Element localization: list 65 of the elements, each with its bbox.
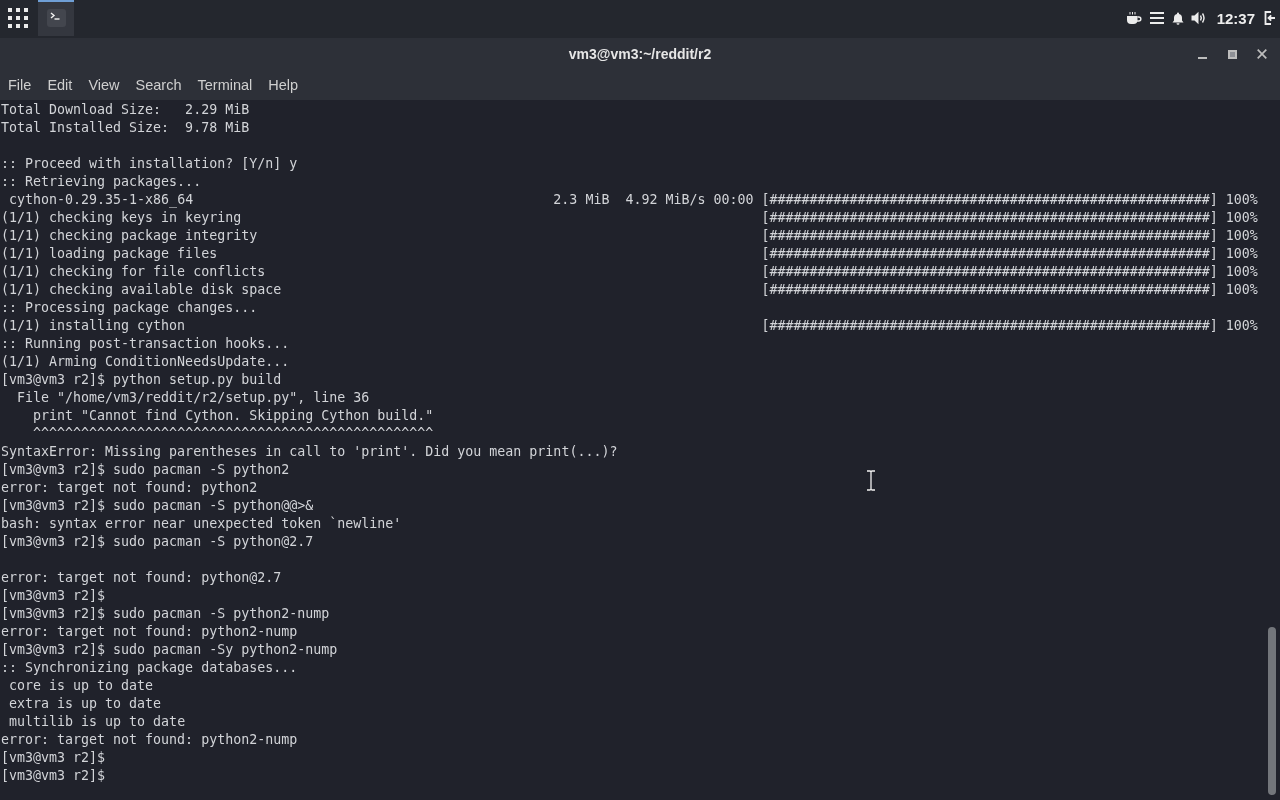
maximize-icon xyxy=(1227,49,1237,59)
terminal-line: (1/1) checking available disk space xyxy=(1,282,282,297)
progress-text: [#######################################################] 100% xyxy=(761,192,1258,207)
terminal-line: [vm3@vm3 r2]$ xyxy=(1,588,106,603)
terminal-line: Total Download Size: 2.29 MiB xyxy=(1,102,250,117)
terminal-line: [vm3@vm3 r2]$ sudo pacman -S python@@>& xyxy=(1,498,314,513)
terminal-line: error: target not found: python2-nump xyxy=(1,732,298,747)
taskbar-item[interactable] xyxy=(38,0,74,36)
scrollbar-thumb[interactable] xyxy=(1268,627,1276,795)
terminal-line: :: Running post-transaction hooks... xyxy=(1,336,290,351)
text-cursor-icon xyxy=(866,470,876,491)
terminal-line: [vm3@vm3 r2]$ sudo pacman -S python@2.7 xyxy=(1,534,314,549)
terminal-line: :: Synchronizing package databases... xyxy=(1,660,298,675)
terminal-line: :: Proceed with installation? [Y/n] y xyxy=(1,156,298,171)
terminal-line: (1/1) checking package integrity xyxy=(1,228,258,243)
bell-icon[interactable] xyxy=(1171,11,1184,25)
menu-item[interactable]: View xyxy=(80,70,128,100)
window-title: vm3@vm3:~/reddit/r2 xyxy=(568,46,712,62)
terminal-icon xyxy=(46,8,66,27)
terminal-line: Total Installed Size: 9.78 MiB xyxy=(1,120,250,135)
menu-item[interactable]: Search xyxy=(127,70,190,100)
progress-text: [#######################################################] 100% xyxy=(761,228,1258,243)
progress-text: [#######################################################] 100% xyxy=(761,246,1258,261)
terminal-line: error: target not found: python2 xyxy=(1,480,258,495)
progress-text: [#######################################################] 100% xyxy=(761,264,1258,279)
menu-icon[interactable] xyxy=(1149,12,1164,24)
menu-item[interactable]: Help xyxy=(260,70,307,100)
terminal-line: File "/home/vm3/reddit/r2/setup.py", line 36 xyxy=(17,390,370,405)
progress-text: [#######################################################] 100% xyxy=(761,282,1258,297)
progress-text: [#######################################################] 100% xyxy=(761,318,1258,333)
terminal-line: core is up to date xyxy=(9,678,154,693)
terminal-line: [vm3@vm3 r2]$ python setup.py build xyxy=(1,372,282,387)
coffee-cup-icon[interactable] xyxy=(1125,11,1142,25)
terminal-line: ^^^^^^^^^^^^^^^^^^^^^^^^^^^^^^^^^^^^^^^^^^^^^^^^^^ xyxy=(33,426,434,441)
terminal-line: (1/1) installing cython xyxy=(1,318,186,333)
terminal-line: error: target not found: python@2.7 xyxy=(1,570,282,585)
terminal-line: bash: syntax error near unexpected token `newline' xyxy=(1,516,402,531)
terminal-line: [vm3@vm3 r2]$ sudo pacman -S python2 xyxy=(1,462,290,477)
terminal-line: (1/1) checking keys in keyring xyxy=(1,210,242,225)
terminal-line: (1/1) Arming ConditionNeedsUpdate... xyxy=(1,354,290,369)
terminal-line: cython-0.29.35-1-x86_64 xyxy=(9,192,194,207)
terminal-line: [vm3@vm3 r2]$ sudo pacman -Sy python2-nump xyxy=(1,642,338,657)
terminal-line: print "Cannot find Cython. Skipping Cython build." xyxy=(33,408,434,423)
terminal-line: SyntaxError: Missing parentheses in call to 'print'. Did you mean print(...)? xyxy=(1,444,618,459)
terminal-line: multilib is up to date xyxy=(9,714,186,729)
terminal-line: [vm3@vm3 r2]$ xyxy=(1,750,106,765)
terminal-line: (1/1) loading package files xyxy=(1,246,218,261)
terminal-line: error: target not found: python2-nump xyxy=(1,624,298,639)
transfer-stats: 2.3 MiB 4.92 MiB/s 00:00 xyxy=(553,192,754,207)
menu-item[interactable]: Terminal xyxy=(189,70,261,100)
terminal-line: (1/1) checking for file conflicts xyxy=(1,264,266,279)
terminal-line: :: Processing package changes... xyxy=(1,300,258,315)
menu-item[interactable]: File xyxy=(0,70,40,100)
minimize-icon xyxy=(1197,57,1207,59)
app-grid-icon[interactable] xyxy=(8,8,28,28)
terminal-line: :: Retrieving packages... xyxy=(1,174,202,189)
speaker-icon[interactable] xyxy=(1190,11,1207,25)
terminal-line: extra is up to date xyxy=(9,696,162,711)
exit-icon[interactable] xyxy=(1264,11,1276,25)
clock[interactable]: 12:37 xyxy=(1216,9,1255,27)
close-icon xyxy=(1257,49,1267,59)
terminal-line: [vm3@vm3 r2]$ xyxy=(1,768,106,783)
terminal-line: [vm3@vm3 r2]$ sudo pacman -S python2-nump xyxy=(1,606,330,621)
progress-text: [#######################################################] 100% xyxy=(761,210,1258,225)
menu-item[interactable]: Edit xyxy=(39,70,81,100)
